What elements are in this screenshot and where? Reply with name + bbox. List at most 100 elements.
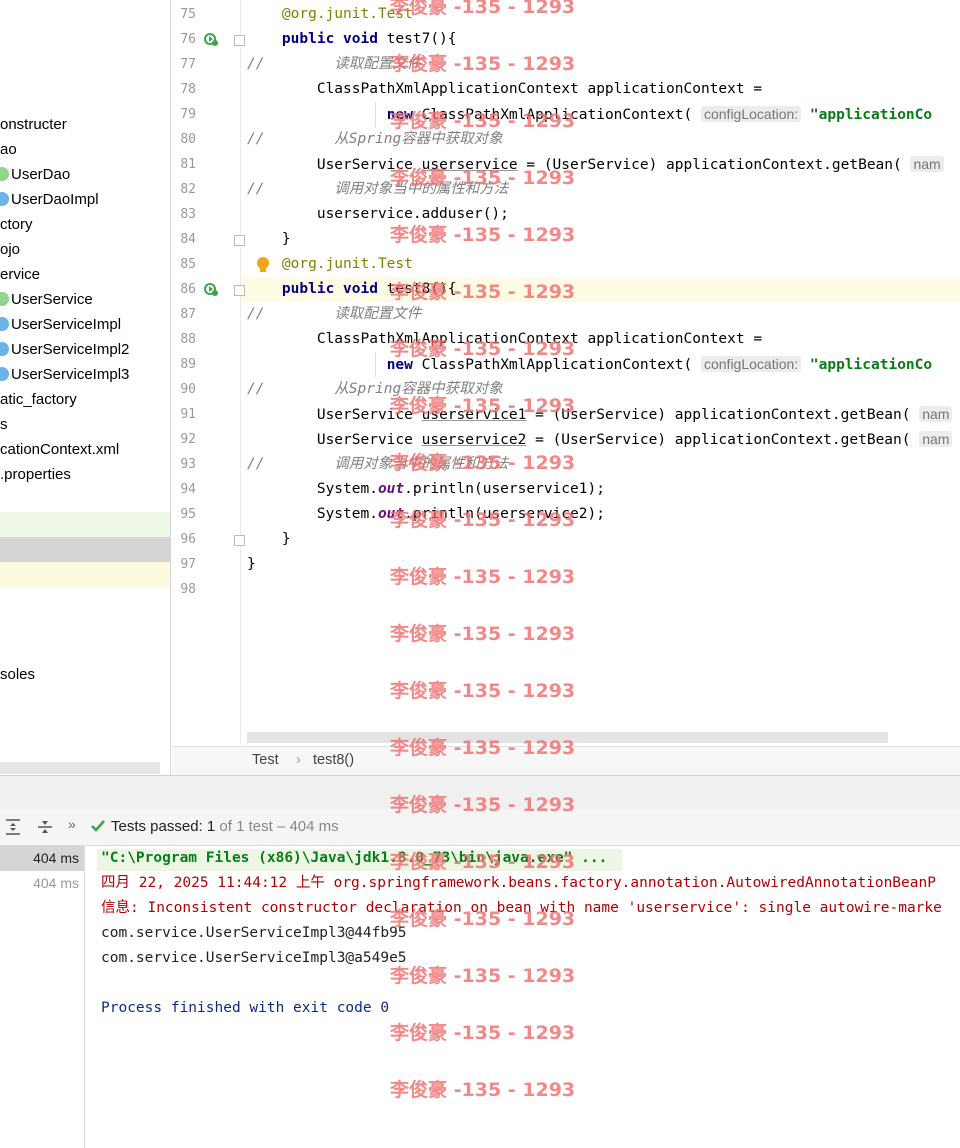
tree-item[interactable]: UserService xyxy=(0,287,93,312)
code-line: ClassPathXmlApplicationContext applicati… xyxy=(247,327,960,352)
code-token: } xyxy=(247,231,291,247)
tree-item[interactable]: UserServiceImpl2 xyxy=(0,337,129,362)
tree-item-label: cationContext.xml xyxy=(0,441,120,458)
line-number: 98 xyxy=(180,582,196,597)
run-toolbar: » Tests passed: 1 of 1 test – 404 ms xyxy=(0,809,960,846)
code-line: // 读取配置文件 xyxy=(247,302,960,327)
code-line: ClassPathXmlApplicationContext applicati… xyxy=(247,77,960,102)
code-line: public void test7(){ xyxy=(247,27,960,52)
code-line: } xyxy=(247,527,960,552)
code-token: System. xyxy=(247,506,378,522)
class-icon xyxy=(0,367,9,382)
indent-guide xyxy=(375,102,376,127)
tree-item[interactable]: ao xyxy=(0,137,17,162)
code-line: System.out.println(userservice2); xyxy=(247,502,960,527)
editor-horizontal-scrollbar[interactable] xyxy=(247,732,888,743)
code-token: new xyxy=(386,107,413,123)
code-token: userservice1 xyxy=(421,407,527,423)
code-token: // xyxy=(247,56,265,72)
code-line: // 读取配置文件 xyxy=(247,52,960,77)
tree-band-selected xyxy=(0,537,170,562)
tree-band-green xyxy=(0,512,170,537)
code-token: test8(){ xyxy=(377,281,457,297)
class-icon xyxy=(0,192,9,207)
fold-marker-icon[interactable] xyxy=(234,35,245,46)
tree-item-label: ojo xyxy=(0,241,21,258)
code-token: = (UserService) applicationContext.getBe… xyxy=(517,157,911,173)
code-token: 读取配置文件 xyxy=(264,306,422,322)
code-token: // xyxy=(247,381,265,397)
tree-item[interactable]: s xyxy=(0,412,8,437)
code-line: @org.junit.Test xyxy=(247,2,960,27)
console-line: Process finished with exit code 0 xyxy=(101,1000,390,1016)
tree-item[interactable]: ervice xyxy=(0,262,40,287)
tree-item-label: s xyxy=(0,416,8,433)
code-token: .println(userservice1); xyxy=(404,481,605,497)
tree-item[interactable]: cationContext.xml xyxy=(0,437,119,462)
code-line: userservice.adduser(); xyxy=(247,202,960,227)
code-line: // 调用对象当中的属性和方法 xyxy=(247,177,960,202)
tree-item[interactable]: atic_factory xyxy=(0,387,77,412)
line-number: 77 xyxy=(180,57,196,72)
tree-item-consoles[interactable]: soles xyxy=(0,662,35,687)
tree-item[interactable]: UserServiceImpl3 xyxy=(0,362,129,387)
code-token: configLocation: xyxy=(700,356,802,372)
code-line: UserService userservice1 = (UserService)… xyxy=(247,402,960,427)
line-number: 82 xyxy=(180,182,196,197)
breadcrumb-class[interactable]: Test xyxy=(252,752,279,768)
tree-item[interactable]: UserServiceImpl xyxy=(0,312,121,337)
tree-item-label: onstructer xyxy=(0,116,67,133)
console-line: 信息: Inconsistent constructor declaration… xyxy=(101,900,942,916)
tree-item[interactable]: onstructer xyxy=(0,112,67,137)
line-number: 86 xyxy=(180,282,196,297)
code-line: } xyxy=(247,227,960,252)
checkmark-icon xyxy=(90,818,106,834)
line-number: 79 xyxy=(180,107,196,122)
code-token: @org.junit. xyxy=(281,6,378,22)
tool-window-header xyxy=(0,775,960,810)
console-line: com.service.UserServiceImpl3@a549e5 xyxy=(101,950,407,966)
tree-item-label: atic_factory xyxy=(0,391,77,408)
run-test-icon[interactable] xyxy=(203,31,219,47)
test-results-tree[interactable]: 404 ms 404 ms xyxy=(0,846,85,1148)
test-result-row[interactable]: 404 ms xyxy=(0,846,84,871)
fold-marker-icon[interactable] xyxy=(234,535,245,546)
expand-all-icon[interactable] xyxy=(4,817,22,837)
code-token: "applicationCo xyxy=(809,357,933,373)
line-number: 94 xyxy=(180,482,196,497)
tree-item[interactable]: UserDaoImpl xyxy=(0,187,99,212)
tree-item-label: ao xyxy=(0,141,17,158)
test-result-row[interactable]: 404 ms xyxy=(0,871,84,896)
code-token: test7(){ xyxy=(377,31,457,47)
tree-item[interactable]: ctory xyxy=(0,212,33,237)
project-tree[interactable]: onstructer ao UserDao UserDaoImpl ctory ojo er… xyxy=(0,0,171,775)
code-token: userservice.adduser(); xyxy=(247,206,509,222)
tree-item[interactable]: ojo xyxy=(0,237,20,262)
fold-marker-icon[interactable] xyxy=(234,235,245,246)
breadcrumb-method[interactable]: test8() xyxy=(313,752,354,768)
line-number: 83 xyxy=(180,207,196,222)
breadcrumb: Test › test8() xyxy=(172,746,960,775)
interface-icon xyxy=(0,292,9,307)
code-token: @org.junit. xyxy=(281,256,378,272)
tree-scrollbar[interactable] xyxy=(0,762,160,774)
more-actions-icon[interactable]: » xyxy=(68,816,76,832)
tree-item[interactable]: .properties xyxy=(0,462,71,487)
code-token: System. xyxy=(247,481,378,497)
code-token: public void xyxy=(281,281,378,297)
code-line: // 调用对象当中的属性和方法 xyxy=(247,452,960,477)
run-test-icon[interactable] xyxy=(203,281,219,297)
interface-icon xyxy=(0,167,9,182)
collapse-all-icon[interactable] xyxy=(36,817,54,837)
fold-marker-icon[interactable] xyxy=(234,285,245,296)
code-line: // 从Spring容器中获取对象 xyxy=(247,377,960,402)
tree-item[interactable]: UserDao xyxy=(0,162,70,187)
line-number: 89 xyxy=(180,357,196,372)
console-output[interactable]: "C:\Program Files (x86)\Java\jdk1.8.0_73… xyxy=(85,846,960,1148)
code-token: } xyxy=(247,531,291,547)
